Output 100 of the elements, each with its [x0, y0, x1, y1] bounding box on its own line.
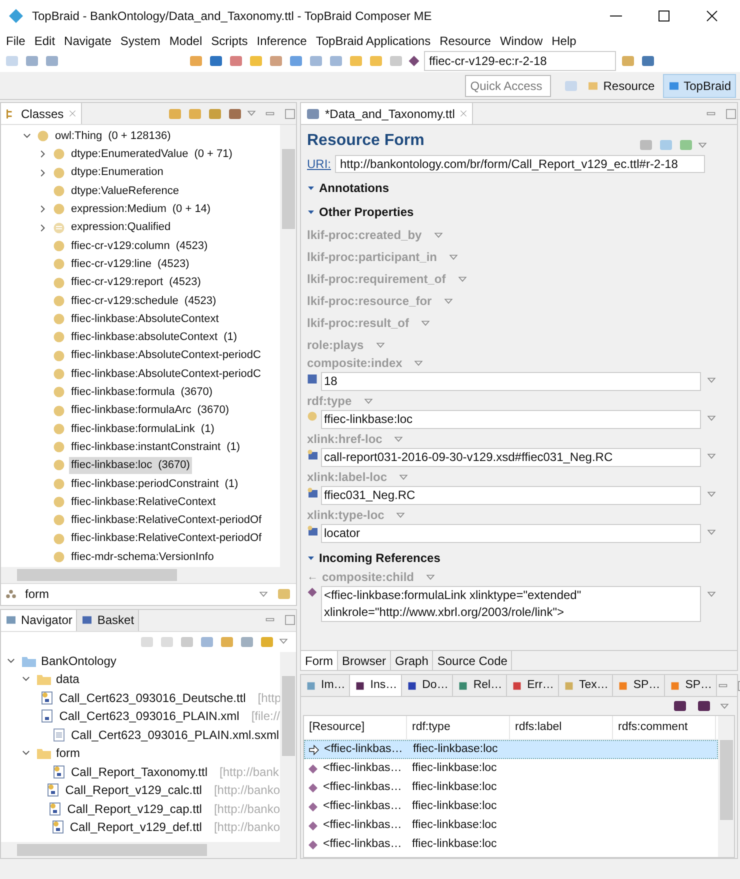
dropdown-icon[interactable]: [394, 434, 404, 444]
tree-item[interactable]: ffiec-linkbase:formula (3670): [69, 384, 215, 401]
dropdown-icon[interactable]: [414, 358, 424, 368]
property-value-field[interactable]: locator: [321, 524, 701, 543]
table-row[interactable]: <ffiec-linkbas… ffiec-linkbase:loc: [304, 759, 718, 778]
tree-item[interactable]: expression:Qualified: [69, 219, 173, 236]
menu-item[interactable]: Inference: [256, 32, 307, 50]
property-value-field[interactable]: call-report031-2016-09-30-v129.xsd#ffiec031_Neg.RC: [321, 448, 701, 467]
tree-item[interactable]: ffiec-linkbase:RelativeContext-periodOf: [69, 512, 264, 529]
section-heading[interactable]: Incoming References: [319, 549, 440, 567]
dropdown-icon[interactable]: [707, 490, 716, 499]
tree-item[interactable]: ffiec-linkbase:instantConstraint (1): [69, 438, 242, 456]
tree-item[interactable]: ffiec-linkbase:RelativeContext-periodOf: [69, 530, 264, 547]
maximize-icon[interactable]: [284, 108, 296, 120]
property-value-field[interactable]: 18: [321, 372, 701, 391]
column-header[interactable]: [Resource]: [304, 716, 407, 739]
dropdown-icon[interactable]: [259, 590, 268, 599]
horizontal-scrollbar[interactable]: [1, 842, 296, 858]
menu-item[interactable]: File: [6, 32, 26, 50]
tree-item[interactable]: ffiec-linkbase:absoluteContext (1): [69, 329, 240, 346]
menu-item[interactable]: Window: [500, 32, 543, 50]
view-tab[interactable]: Im…: [301, 675, 350, 696]
dropdown-icon[interactable]: [458, 274, 467, 284]
column-header[interactable]: rdfs:label: [510, 716, 613, 739]
dropdown-icon[interactable]: [279, 637, 288, 646]
dropdown-icon[interactable]: [707, 414, 716, 423]
view-tab[interactable]: Err…: [507, 675, 559, 696]
view-tab[interactable]: Ins…: [350, 675, 402, 696]
dropdown-icon[interactable]: [426, 572, 436, 582]
tree-item[interactable]: ffiec-cr-v129:schedule (4523): [69, 292, 218, 310]
tree-item[interactable]: Call_Cert623_093016_PLAIN.xml.sxml: [71, 726, 280, 744]
dropdown-icon[interactable]: [421, 318, 430, 328]
maximize-icon[interactable]: [725, 108, 737, 120]
vertical-scrollbar[interactable]: [718, 716, 734, 857]
tree-item[interactable]: owl:Thing (0 + 128136): [53, 128, 173, 144]
vertical-scrollbar[interactable]: [280, 652, 296, 842]
panel-tab[interactable]: Basket: [77, 610, 140, 631]
expanded-arrow-icon[interactable]: [307, 554, 315, 562]
tree-item[interactable]: ffiec-mdr-schema:VersionInfo: [69, 548, 216, 566]
tree-item[interactable]: ffiec-cr-v129:column (4523): [69, 238, 210, 254]
menu-item[interactable]: Resource: [440, 32, 491, 50]
tree-item[interactable]: Call_Report_v129_cap.ttl: [67, 800, 202, 818]
filter-field[interactable]: form: [25, 585, 251, 604]
tree-item[interactable]: ffiec-linkbase:AbsoluteContext-periodC: [69, 366, 263, 382]
dropdown-icon[interactable]: [707, 528, 716, 537]
tree-item[interactable]: Call_Report_Taxonomy.ttl: [71, 762, 208, 781]
dropdown-icon[interactable]: [399, 472, 408, 482]
quick-access-field[interactable]: Quick Access: [465, 74, 552, 96]
tree-item[interactable]: ffiec-cr-v129:report (4523): [69, 274, 203, 291]
dropdown-icon[interactable]: [396, 510, 406, 520]
close-icon[interactable]: [704, 8, 720, 24]
tree-item[interactable]: expression:Medium (0 + 14): [69, 201, 213, 218]
tree-item[interactable]: ffiec-cr-v129:line (4523): [69, 256, 192, 272]
dropdown-icon[interactable]: [444, 296, 453, 306]
tree-item[interactable]: Call_Report_v129_def.ttl: [70, 818, 202, 836]
dropdown-icon[interactable]: [707, 590, 716, 599]
tree-item[interactable]: ffiec-linkbase:formulaLink (1): [69, 420, 216, 438]
table-row[interactable]: <ffiec-linkbas… ffiec-linkbase:loc: [304, 797, 718, 816]
tree-item[interactable]: dtype:Enumeration: [69, 164, 166, 181]
tree-item[interactable]: ffiec-linkbase:periodConstraint (1): [69, 476, 240, 492]
uri-field[interactable]: http://bankontology.com/br/form/Call_Report_v129_ec.ttl#r-2-18: [335, 155, 705, 173]
menu-item[interactable]: Edit: [34, 32, 56, 50]
view-tab[interactable]: Do…: [402, 675, 454, 696]
menu-item[interactable]: TopBraid Applications: [316, 32, 431, 50]
menu-item[interactable]: Help: [552, 32, 576, 50]
tree-item[interactable]: dtype:ValueReference: [69, 182, 182, 200]
menu-item[interactable]: System: [120, 32, 160, 50]
table-row[interactable]: <ffiec-linkbas… ffiec-linkbase:loc: [304, 816, 718, 835]
table-row[interactable]: <ffiec-linkbas… ffiec-linkbase:loc: [304, 778, 718, 797]
dropdown-icon[interactable]: [707, 452, 716, 461]
uri-link[interactable]: URI:: [307, 155, 331, 173]
expanded-arrow-icon[interactable]: [307, 184, 315, 192]
panel-tab[interactable]: Navigator: [1, 610, 78, 631]
view-tab[interactable]: SP…: [613, 675, 666, 696]
maximize-window-icon[interactable]: [656, 8, 672, 24]
perspective-button[interactable]: TopBraid: [662, 74, 736, 98]
tree-item[interactable]: Call_Cert623_093016_Deutsche.ttl: [59, 688, 246, 707]
property-value-field[interactable]: <ffiec-linkbase:formulaLink xlinktype="extended" xlinkrole="http://www.xbrl.org/2003/role/link">: [321, 586, 701, 622]
dropdown-icon[interactable]: [376, 340, 385, 350]
tree-item[interactable]: ffiec-linkbase:AbsoluteContext-periodC: [69, 347, 263, 364]
horizontal-scrollbar[interactable]: [1, 566, 296, 583]
menu-item[interactable]: Scripts: [211, 32, 248, 50]
tree-item[interactable]: ffiec-linkbase:AbsoluteContext: [69, 310, 221, 328]
tree-item[interactable]: ffiec-linkbase:loc (3670): [69, 457, 192, 474]
editor-view-tab[interactable]: Form: [301, 651, 338, 670]
section-heading[interactable]: Other Properties: [319, 203, 414, 221]
column-header[interactable]: rdfs:comment: [613, 716, 716, 739]
section-heading[interactable]: Annotations: [319, 179, 389, 197]
perspective-button[interactable]: Resource: [583, 74, 659, 98]
dropdown-icon[interactable]: [434, 230, 443, 240]
tree-item[interactable]: Call_Report_v129_calc.ttl: [65, 781, 202, 800]
dropdown-icon[interactable]: [698, 140, 707, 150]
resource-field[interactable]: ffiec-cr-v129-ec:r-2-18: [424, 51, 616, 71]
dropdown-icon[interactable]: [247, 109, 256, 118]
maximize-icon[interactable]: [284, 614, 296, 626]
dropdown-icon[interactable]: [364, 396, 373, 406]
property-value-field[interactable]: ffiec-linkbase:loc: [321, 410, 701, 429]
tree-item[interactable]: form: [56, 744, 80, 762]
tree-item[interactable]: BankOntology: [41, 652, 116, 670]
tree-item[interactable]: ffiec-linkbase:formulaArc (3670): [69, 402, 232, 419]
